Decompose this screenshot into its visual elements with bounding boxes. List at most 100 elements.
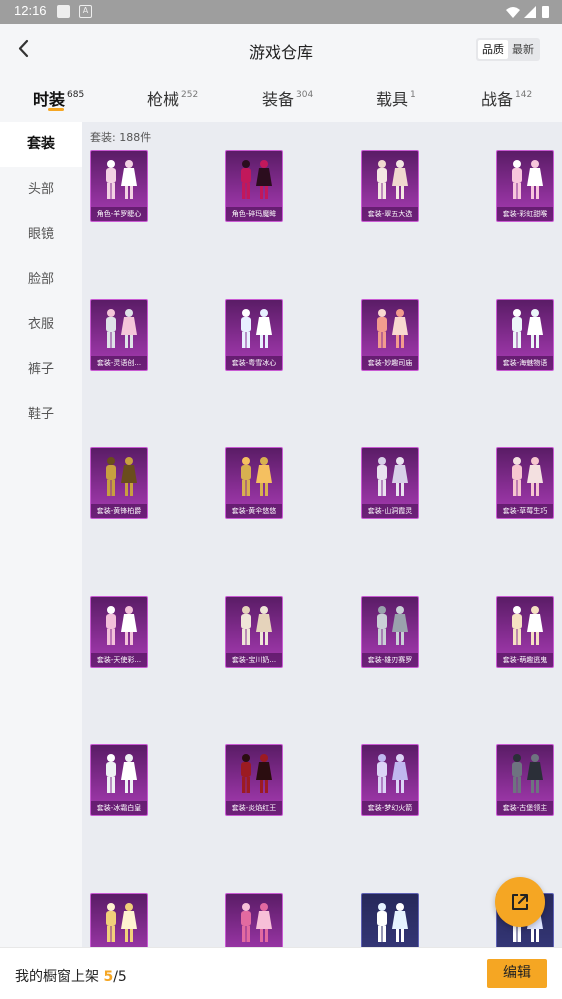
outfit-thumbnail [106, 903, 137, 942]
share-icon [512, 894, 528, 910]
showcase-bar: 我的橱窗上架 5/5 编辑 [0, 947, 562, 999]
showcase-current: 5 [103, 969, 114, 985]
sort-quality-button[interactable]: 品质 [478, 40, 508, 59]
outfit-thumbnail [377, 309, 408, 348]
outfit-thumbnail [377, 160, 408, 199]
sidebar: 套装 头部 眼镜 脸部 衣服 裤子 鞋子 [0, 122, 82, 947]
item-card[interactable]: 套装-宝川奶... [225, 596, 283, 668]
item-count: 套装: 188件 [90, 131, 152, 144]
item-name: 套装-冰霜白皇 [91, 801, 147, 815]
back-arrow-icon [18, 39, 29, 58]
item-card[interactable]: 套装-萌趣逃鬼 [496, 596, 554, 668]
item-name: 套装-海魅物语 [497, 356, 553, 370]
item-card[interactable] [225, 893, 283, 947]
item-card[interactable]: 套装-冰霜白皇 [90, 744, 148, 816]
item-card[interactable]: 套装-草莓生巧 [496, 447, 554, 519]
item-card[interactable]: 套装-古堡领主 [496, 744, 554, 816]
item-card[interactable]: 套装-翠五大选 [361, 150, 419, 222]
active-tab-indicator [48, 108, 64, 111]
tab-supplies[interactable]: 战备 142 [481, 86, 532, 110]
item-name: 角色-碎玛魔眸 [226, 207, 282, 221]
item-grid-panel: 套装: 188件 角色-羊罗睫心 角色-碎玛魔眸 套装-翠五大选 套装-彩虹甜喉 套装-… [82, 122, 562, 947]
outfit-thumbnail [241, 754, 272, 793]
sidebar-item-clothes[interactable]: 衣服 [0, 302, 82, 347]
sidebar-item-glasses[interactable]: 眼镜 [0, 212, 82, 257]
item-card[interactable]: 套装-梦幻火箭 [361, 744, 419, 816]
item-card[interactable]: 角色-羊罗睫心 [90, 150, 148, 222]
item-card[interactable]: 套装-黄伞悠悠 [225, 447, 283, 519]
tab-label: 战备 [481, 90, 514, 109]
outfit-thumbnail [106, 309, 137, 348]
status-bar: 12:16 A [0, 0, 562, 24]
outfit-thumbnail [512, 309, 543, 348]
item-card[interactable]: 套装-天使彩... [90, 596, 148, 668]
item-name: 套装-萌趣逃鬼 [497, 653, 553, 667]
status-time: 12:16 [14, 3, 47, 18]
share-button[interactable] [495, 877, 545, 927]
sidebar-item-outfit[interactable]: 套装 [0, 122, 82, 167]
item-card[interactable]: 套装-粤雪冰心 [225, 299, 283, 371]
item-card[interactable] [90, 893, 148, 947]
notification-icon [57, 5, 70, 18]
outfit-thumbnail [241, 160, 272, 199]
outfit-thumbnail [241, 309, 272, 348]
item-name: 套装-粤雪冰心 [226, 356, 282, 370]
outfit-thumbnail [512, 457, 543, 496]
item-card[interactable]: 套装-妙趣司庙 [361, 299, 419, 371]
item-name: 套装-彩虹甜喉 [497, 207, 553, 221]
tab-equipment[interactable]: 装备 304 [262, 86, 313, 110]
tab-count: 142 [515, 90, 533, 100]
tab-label: 枪械 [147, 90, 180, 109]
outfit-thumbnail [377, 457, 408, 496]
item-name: 套装-草莓生巧 [497, 504, 553, 518]
item-name: 角色-羊罗睫心 [91, 207, 147, 221]
outfit-thumbnail [241, 903, 272, 942]
item-card[interactable]: 套装-山洞霞灵 [361, 447, 419, 519]
item-card[interactable]: 角色-碎玛魔眸 [225, 150, 283, 222]
outfit-thumbnail [106, 160, 137, 199]
tab-count: 304 [296, 90, 314, 100]
outfit-thumbnail [106, 606, 137, 645]
tab-label: 装备 [262, 90, 295, 109]
sidebar-item-shoes[interactable]: 鞋子 [0, 392, 82, 437]
tab-count: 1 [410, 90, 416, 100]
item-card[interactable]: 套装-炎焰红王 [225, 744, 283, 816]
outfit-thumbnail [377, 754, 408, 793]
item-card[interactable]: 套装-黄锋柏爵 [90, 447, 148, 519]
back-button[interactable] [12, 36, 38, 62]
item-card[interactable]: 套装-海魅物语 [496, 299, 554, 371]
item-name: 套装-翠五大选 [362, 207, 418, 221]
outfit-thumbnail [241, 606, 272, 645]
sidebar-item-pants[interactable]: 裤子 [0, 347, 82, 392]
tab-guns[interactable]: 枪械 252 [147, 86, 198, 110]
tab-label: 载具 [376, 90, 409, 109]
outfit-thumbnail [106, 754, 137, 793]
item-name: 套装-宝川奶... [226, 653, 282, 667]
item-name: 套装-黄伞悠悠 [226, 504, 282, 518]
outfit-thumbnail [512, 160, 543, 199]
outfit-thumbnail [512, 606, 543, 645]
outfit-thumbnail [106, 457, 137, 496]
showcase-label: 我的橱窗上架 [15, 969, 99, 985]
edit-button[interactable]: 编辑 [487, 959, 547, 988]
outfit-thumbnail [377, 606, 408, 645]
tab-fashion[interactable]: 时装 685 [33, 86, 84, 110]
tab-count: 252 [181, 90, 199, 100]
sort-toggle: 品质 最新 [476, 38, 540, 61]
item-card[interactable] [361, 893, 419, 947]
showcase-total: 5 [117, 969, 127, 985]
header: 游戏仓库 品质 最新 [0, 24, 562, 76]
tab-count: 685 [67, 90, 85, 100]
tab-vehicles[interactable]: 载具 1 [376, 86, 416, 110]
item-name: 套装-天使彩... [91, 653, 147, 667]
sidebar-item-head[interactable]: 头部 [0, 167, 82, 212]
item-card[interactable]: 套装-雄刃赛罗 [361, 596, 419, 668]
item-name: 套装-雄刃赛罗 [362, 653, 418, 667]
showcase-status: 我的橱窗上架 5/5 [15, 966, 127, 986]
sort-latest-button[interactable]: 最新 [508, 40, 538, 59]
item-card[interactable]: 套装-灵语创... [90, 299, 148, 371]
item-card[interactable]: 套装-彩虹甜喉 [496, 150, 554, 222]
item-name: 套装-炎焰红王 [226, 801, 282, 815]
sidebar-item-face[interactable]: 脸部 [0, 257, 82, 302]
item-name: 套装-灵语创... [91, 356, 147, 370]
